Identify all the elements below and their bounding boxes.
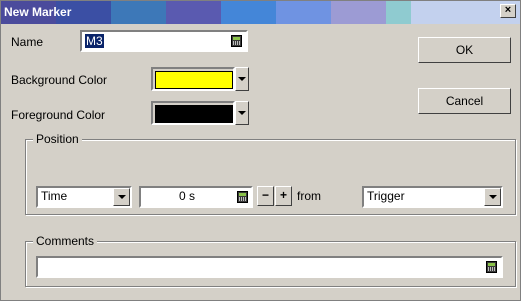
calculator-icon[interactable] bbox=[231, 35, 242, 47]
background-color-swatch bbox=[155, 71, 233, 89]
name-value: M3 bbox=[85, 34, 104, 48]
name-label: Name bbox=[11, 35, 44, 49]
new-marker-dialog: New Marker × Name M3 Background Color Fo… bbox=[0, 0, 521, 301]
calculator-icon[interactable] bbox=[486, 261, 497, 273]
reference-value: Trigger bbox=[367, 189, 405, 203]
titlebar-band bbox=[111, 1, 166, 24]
position-value-field[interactable]: 0 s bbox=[139, 186, 253, 208]
comments-group-title: Comments bbox=[33, 234, 98, 248]
background-color-dropdown-button[interactable] bbox=[235, 67, 249, 91]
position-mode-select[interactable]: Time bbox=[36, 186, 132, 208]
titlebar-band bbox=[221, 1, 276, 24]
position-value: 0 s bbox=[178, 189, 195, 203]
title-bar[interactable] bbox=[1, 1, 520, 24]
chevron-down-icon bbox=[118, 195, 126, 199]
foreground-color-label: Foreground Color bbox=[11, 108, 106, 122]
close-button[interactable]: × bbox=[500, 4, 516, 18]
titlebar-band bbox=[276, 1, 331, 24]
background-color-picker[interactable] bbox=[151, 67, 235, 91]
chevron-down-icon bbox=[489, 195, 497, 199]
dialog-title: New Marker bbox=[4, 5, 72, 19]
comments-field[interactable] bbox=[36, 256, 503, 278]
ok-button[interactable]: OK bbox=[418, 37, 511, 63]
foreground-color-swatch bbox=[155, 105, 233, 123]
chevron-down-icon bbox=[238, 77, 246, 81]
foreground-color-picker[interactable] bbox=[151, 101, 235, 125]
chevron-down-icon bbox=[238, 111, 246, 115]
close-icon: × bbox=[504, 4, 512, 16]
position-mode-dropdown-button[interactable] bbox=[113, 188, 130, 206]
calculator-icon[interactable] bbox=[237, 191, 248, 203]
cancel-button[interactable]: Cancel bbox=[418, 88, 511, 114]
position-mode-value: Time bbox=[41, 189, 68, 203]
background-color-label: Background Color bbox=[11, 73, 108, 87]
titlebar-band bbox=[386, 1, 411, 24]
increment-button[interactable]: + bbox=[275, 186, 292, 206]
from-label: from bbox=[297, 189, 321, 203]
name-field[interactable]: M3 bbox=[80, 30, 248, 52]
position-group-title: Position bbox=[33, 132, 82, 146]
reference-select[interactable]: Trigger bbox=[362, 186, 503, 208]
reference-dropdown-button[interactable] bbox=[484, 188, 501, 206]
foreground-color-dropdown-button[interactable] bbox=[235, 101, 249, 125]
decrement-button[interactable]: − bbox=[257, 186, 274, 206]
titlebar-band bbox=[166, 1, 221, 24]
titlebar-band bbox=[331, 1, 386, 24]
